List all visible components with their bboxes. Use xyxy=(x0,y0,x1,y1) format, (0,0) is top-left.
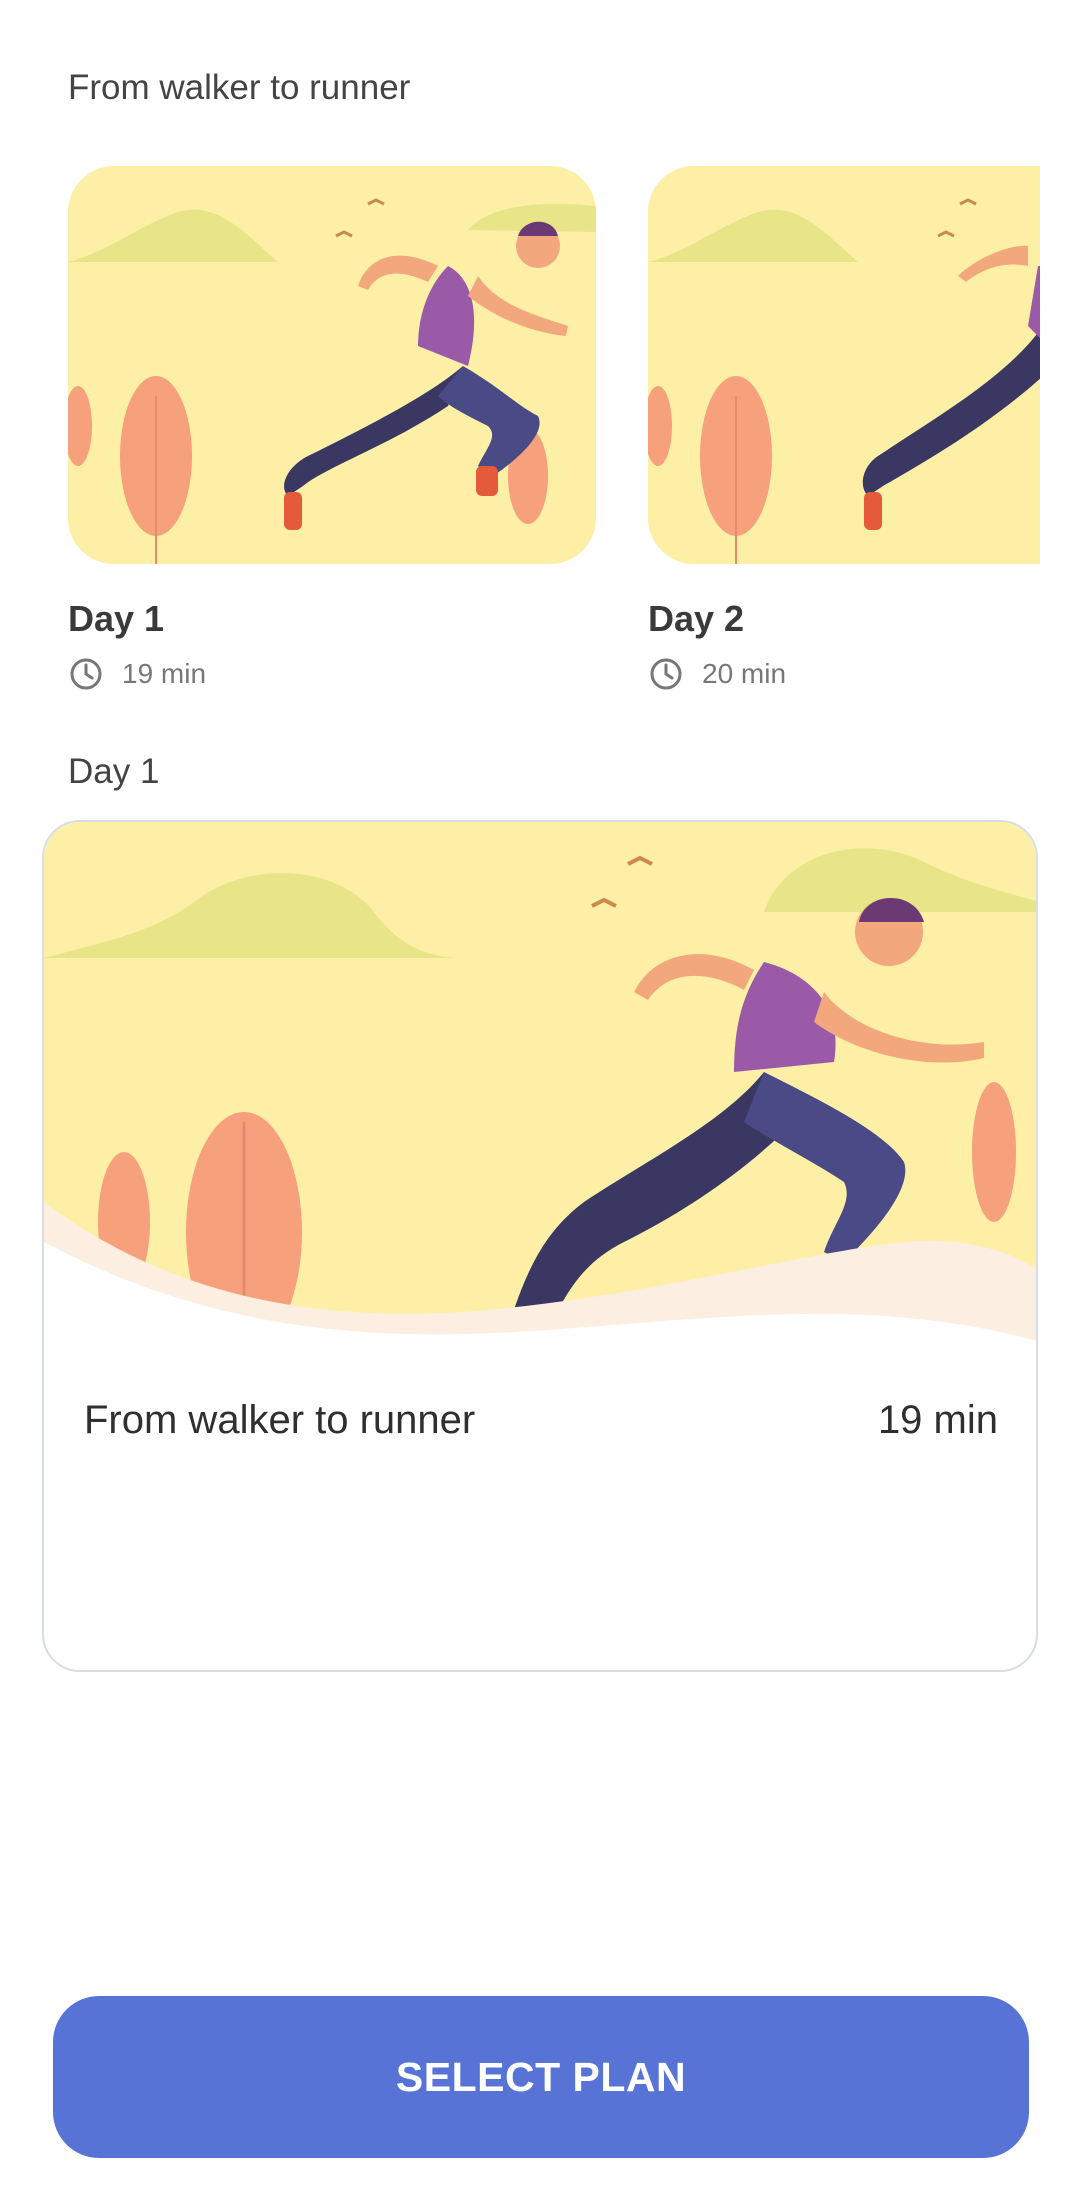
clock-icon xyxy=(650,658,682,690)
day-duration: 19 min xyxy=(68,656,596,692)
selected-plan-card[interactable]: From walker to runner 19 min xyxy=(42,820,1038,1672)
section-title: From walker to runner xyxy=(68,68,411,107)
day-duration-text: 20 min xyxy=(702,658,787,689)
day-carousel[interactable]: Day 1 19 min Day 2 20 min xyxy=(68,166,1040,716)
day-thumbnail-image xyxy=(648,166,1040,564)
day-label: Day 1 xyxy=(68,598,165,639)
plan-name: From walker to runner xyxy=(84,1398,476,1442)
selected-day-label: Day 1 xyxy=(68,752,160,791)
day-thumbnail-image xyxy=(68,166,596,564)
plan-duration: 19 min xyxy=(877,1398,998,1442)
plan-hero-image xyxy=(44,822,1036,1382)
day-duration: 20 min xyxy=(648,656,1040,692)
clock-icon xyxy=(70,658,102,690)
page: From walker to runner Day 1 19 min Day 2… xyxy=(0,0,1080,2191)
day-duration-text: 19 min xyxy=(122,658,207,689)
day-card-1[interactable]: Day 1 19 min xyxy=(68,166,596,716)
day-label: Day 2 xyxy=(648,598,745,639)
day-card-2[interactable]: Day 2 20 min xyxy=(648,166,1040,716)
select-plan-button[interactable]: SELECT PLAN xyxy=(53,1996,1029,2158)
